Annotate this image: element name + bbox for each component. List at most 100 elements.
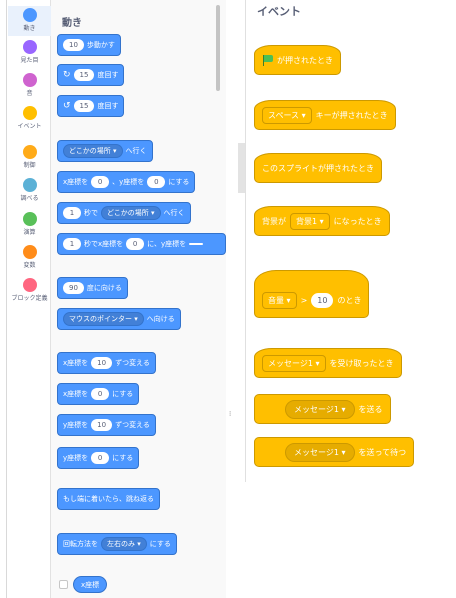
x-input[interactable]: 10 xyxy=(91,357,113,369)
y-input[interactable]: 0 xyxy=(91,452,110,464)
y-input[interactable]: 0 xyxy=(147,176,166,188)
sensor-dropdown[interactable]: 音量 ▾ xyxy=(262,291,297,309)
point-direction-block[interactable]: 90 度に向ける xyxy=(57,277,128,299)
category-dot-icon xyxy=(22,212,37,226)
category-dot-icon xyxy=(22,278,37,292)
message-dropdown[interactable]: メッセージ1 ▾ xyxy=(285,442,355,462)
category-4[interactable]: イベント xyxy=(8,104,51,134)
goto-xy-block[interactable]: x座標を 0 、y座標を 0 にする xyxy=(57,171,196,193)
left-edge xyxy=(0,0,8,598)
point-towards-block[interactable]: マウスのポインター ▾ へ向ける xyxy=(57,308,181,330)
when-greater-than-block[interactable]: 音量 ▾ > 10 のとき xyxy=(254,270,370,318)
turn-left-block[interactable]: ↺ 15 度回す xyxy=(57,95,125,117)
seconds-input[interactable]: 1 xyxy=(63,207,81,219)
backdrop-dropdown[interactable]: 背景1 ▾ xyxy=(290,212,330,230)
x-input[interactable]: 0 xyxy=(126,238,145,250)
separator xyxy=(238,0,246,598)
category-dot-icon xyxy=(22,145,37,159)
rotate-right-icon: ↻ xyxy=(63,69,71,80)
change-y-block[interactable]: y座標を 10 ずつ変える xyxy=(57,414,156,436)
block-text: にする xyxy=(149,540,171,548)
degrees-input[interactable]: 15 xyxy=(73,100,95,112)
block-text: に、y座標を xyxy=(147,240,187,248)
turn-right-block[interactable]: ↻ 15 度回す xyxy=(57,64,125,86)
category-label: 見た目 xyxy=(20,57,39,64)
seconds-input[interactable]: 1 xyxy=(63,238,81,250)
category-8[interactable]: 変数 xyxy=(8,243,51,273)
block-text: 度回す xyxy=(97,102,119,110)
category-9[interactable]: ブロック定義 xyxy=(8,276,51,314)
block-text: 度に向ける xyxy=(86,284,122,292)
message-dropdown[interactable]: メッセージ1 ▾ xyxy=(262,354,326,372)
xpos-reporter[interactable]: x座標 xyxy=(73,576,108,593)
category-6[interactable]: 調べる xyxy=(8,176,51,206)
y-input[interactable] xyxy=(189,243,204,245)
towards-dropdown[interactable]: マウスのポインター ▾ xyxy=(63,312,144,326)
category-label: 動き xyxy=(23,25,36,32)
category-dot-icon xyxy=(22,106,37,120)
block-text: へ行く xyxy=(163,209,185,217)
threshold-input[interactable]: 10 xyxy=(311,292,334,308)
degrees-input[interactable]: 15 xyxy=(73,69,95,81)
block-text: x座標を xyxy=(63,178,89,186)
bounce-block[interactable]: もし端に着いたら、跳ね返る xyxy=(57,488,160,510)
category-1[interactable]: 動き xyxy=(8,6,51,36)
direction-input[interactable]: 90 xyxy=(63,282,84,294)
block-text: キーが押されたとき xyxy=(315,110,388,120)
set-x-block[interactable]: x座標を 0 にする xyxy=(57,383,140,405)
when-receive-block[interactable]: メッセージ1 ▾ を受け取ったとき xyxy=(254,348,402,378)
when-key-pressed-block[interactable]: スペース ▾ キーが押されたとき xyxy=(254,100,396,130)
category-dot-icon xyxy=(22,8,37,22)
category-label: イベント xyxy=(17,123,42,130)
block-text: にする xyxy=(112,454,134,462)
category-7[interactable]: 演算 xyxy=(8,210,51,240)
block-text: このスプライトが押されたとき xyxy=(262,163,374,173)
category-3[interactable]: 音 xyxy=(8,71,51,101)
block-text: y座標を xyxy=(63,421,89,429)
when-backdrop-switches-block[interactable]: 背景が 背景1 ▾ になったとき xyxy=(254,206,390,236)
category-label: 変数 xyxy=(23,262,36,269)
category-label: 音 xyxy=(26,90,33,97)
category-dot-icon xyxy=(22,73,37,87)
block-text: のとき xyxy=(337,295,362,305)
goto-dropdown[interactable]: どこかの場所 ▾ xyxy=(63,144,123,158)
rotation-dropdown[interactable]: 左右のみ ▾ xyxy=(101,537,147,551)
steps-input[interactable]: 10 xyxy=(63,39,84,51)
rotate-left-icon: ↺ xyxy=(63,100,71,111)
block-text: にする xyxy=(112,390,134,398)
block-text: 回転方法を xyxy=(63,540,98,548)
green-flag-icon xyxy=(262,54,273,66)
x-input[interactable]: 0 xyxy=(91,388,110,400)
x-input[interactable]: 0 xyxy=(91,176,110,188)
block-text: 秒で xyxy=(84,209,98,217)
drag-handle-icon[interactable]: ⁞ xyxy=(229,410,231,418)
message-dropdown[interactable]: メッセージ1 ▾ xyxy=(285,399,355,419)
when-flag-clicked-block[interactable]: が押されたとき xyxy=(254,45,341,75)
when-sprite-clicked-block[interactable]: このスプライトが押されたとき xyxy=(254,153,382,183)
palette-scrollbar[interactable] xyxy=(216,5,220,91)
block-text: x座標 xyxy=(81,580,100,589)
goto-block[interactable]: どこかの場所 ▾ へ行く xyxy=(57,140,153,162)
xpos-checkbox[interactable] xyxy=(59,580,68,589)
events-heading: イベント xyxy=(257,5,301,18)
set-y-block[interactable]: y座標を 0 にする xyxy=(57,447,140,469)
block-text: 背景が xyxy=(262,216,286,226)
move-steps-block[interactable]: 10 歩動かす xyxy=(57,34,121,56)
category-menu: 動き見た目音イベント制御 調べる演算変数ブロック定義 xyxy=(8,0,51,598)
scratch-editor: 動き見た目音イベント制御 調べる演算変数ブロック定義 動き 10 歩動かす ↻ 1… xyxy=(0,0,456,598)
glide-xy-block[interactable]: 1 秒でx座標を 0 に、y座標を xyxy=(57,233,226,255)
glide-dropdown[interactable]: どこかの場所 ▾ xyxy=(101,206,161,220)
category-5[interactable]: 制御 xyxy=(8,143,51,173)
broadcast-and-wait-block[interactable]: メッセージ1 ▾ を送って待つ xyxy=(254,437,415,467)
block-text: が押されたとき xyxy=(277,55,333,65)
operator-text: > xyxy=(300,295,308,305)
y-input[interactable]: 10 xyxy=(91,419,113,431)
key-dropdown[interactable]: スペース ▾ xyxy=(262,106,312,124)
blank-area xyxy=(246,482,456,598)
rotation-style-block[interactable]: 回転方法を 左右のみ ▾ にする xyxy=(57,533,177,555)
broadcast-block[interactable]: メッセージ1 ▾ を送る xyxy=(254,394,391,424)
change-x-block[interactable]: x座標を 10 ずつ変える xyxy=(57,352,156,374)
glide-block[interactable]: 1 秒で どこかの場所 ▾ へ行く xyxy=(57,202,191,224)
pane-divider: ⁞ xyxy=(226,0,238,598)
category-2[interactable]: 見た目 xyxy=(8,38,51,68)
